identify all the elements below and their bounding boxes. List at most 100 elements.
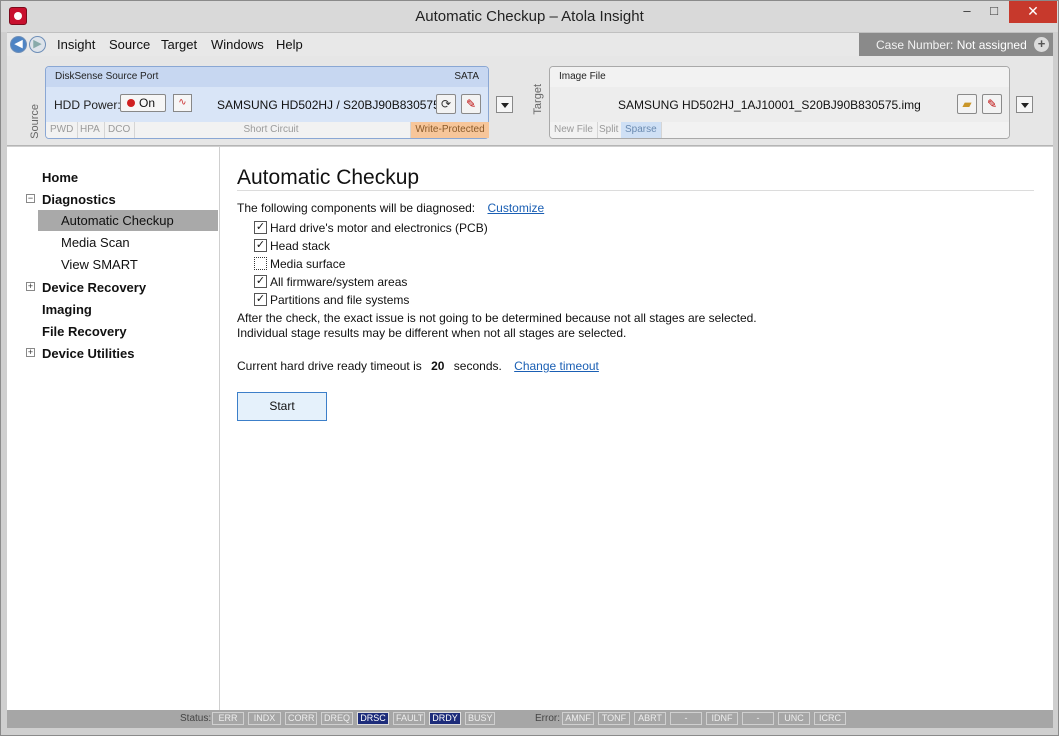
timeout-value: 20: [431, 359, 445, 373]
folder-icon[interactable]: ▰: [957, 94, 977, 114]
target-panel: Image File SAMSUNG HD502HJ_1AJ10001_S20B…: [549, 66, 1010, 139]
status-dreq: DREQ: [321, 712, 353, 725]
menu-bar: ◀ ▶ Insight Source Target Windows Help C…: [7, 32, 1053, 57]
nav-device-recovery[interactable]: Device Recovery: [42, 277, 146, 298]
back-arrow-icon[interactable]: ◀: [10, 36, 27, 53]
error-unc: UNC: [778, 712, 810, 725]
left-navigation: Home − Diagnostics Automatic Checkup Med…: [7, 147, 219, 710]
status-corr: CORR: [285, 712, 317, 725]
nav-device-utilities[interactable]: Device Utilities: [42, 343, 135, 364]
checkbox-pcb[interactable]: ✓: [254, 221, 267, 234]
maximize-button[interactable]: □: [980, 1, 1008, 23]
nav-home[interactable]: Home: [42, 167, 78, 188]
intro-line: The following components will be diagnos…: [237, 201, 544, 215]
status-indx: INDX: [248, 712, 281, 725]
source-panel-footer: PWD HPA DCO Short Circuit Write-Protecte…: [46, 122, 489, 138]
error-tonf: TONF: [598, 712, 630, 725]
checkbox-media-surface[interactable]: [254, 257, 267, 270]
source-drive-name: SAMSUNG HD502HJ / S20BJ90B830575: [217, 98, 440, 112]
component-label: All firmware/system areas: [270, 275, 408, 289]
expand-icon[interactable]: +: [26, 282, 35, 291]
eraser-icon[interactable]: ✎: [982, 94, 1002, 114]
checkbox-firmware[interactable]: ✓: [254, 275, 267, 288]
menu-source[interactable]: Source: [109, 37, 150, 52]
intro-text: The following components will be diagnos…: [237, 201, 476, 215]
timeout-suffix: seconds.: [453, 359, 502, 373]
target-dropdown-button[interactable]: [1016, 96, 1033, 113]
note-line-2: Individual stage results may be differen…: [237, 326, 627, 340]
status-fault: FAULT: [393, 712, 425, 725]
case-number-value: Not assigned: [956, 38, 1027, 52]
minimize-button[interactable]: –: [953, 1, 981, 23]
source-interface: SATA: [454, 71, 479, 82]
new-file-flag: New File: [550, 122, 598, 138]
menu-windows[interactable]: Windows: [211, 37, 264, 52]
hdd-power-label: HDD Power:: [54, 98, 121, 112]
close-button[interactable]: ✕: [1009, 1, 1057, 23]
window-title: Automatic Checkup – Atola Insight: [415, 8, 644, 25]
waveform-icon[interactable]: ∿: [173, 94, 192, 112]
nav-media-scan[interactable]: Media Scan: [61, 232, 130, 253]
status-err: ERR: [212, 712, 244, 725]
power-indicator-icon: [127, 99, 135, 107]
nav-imaging[interactable]: Imaging: [42, 299, 92, 320]
nav-file-recovery[interactable]: File Recovery: [42, 321, 127, 342]
error-amnf: AMNF: [562, 712, 594, 725]
case-number-box[interactable]: Case Number: Not assigned +: [859, 33, 1053, 57]
eraser-icon[interactable]: ✎: [461, 94, 481, 114]
collapse-icon[interactable]: −: [26, 194, 35, 203]
title-divider: [237, 190, 1034, 191]
error-empty-2: -: [742, 712, 774, 725]
component-label: Head stack: [270, 239, 331, 253]
sparse-flag: Sparse: [621, 122, 662, 138]
target-panel-main: SAMSUNG HD502HJ_1AJ10001_S20BJ90B830575.…: [550, 87, 1009, 122]
source-side-label: Source: [29, 104, 41, 139]
menu-target[interactable]: Target: [161, 37, 197, 52]
hdd-power-button[interactable]: On: [120, 94, 166, 112]
add-case-icon[interactable]: +: [1034, 37, 1049, 52]
forward-arrow-icon[interactable]: ▶: [29, 36, 46, 53]
checkbox-partitions[interactable]: ✓: [254, 293, 267, 306]
refresh-icon[interactable]: ⟳: [436, 94, 456, 114]
menu-insight[interactable]: Insight: [57, 37, 95, 52]
error-abrt: ABRT: [634, 712, 666, 725]
title-bar: Automatic Checkup – Atola Insight – □ ✕: [1, 1, 1058, 32]
source-panel-main: HDD Power: On ∿ SAMSUNG HD502HJ / S20BJ9…: [46, 87, 488, 122]
nav-view-smart[interactable]: View SMART: [61, 254, 138, 275]
nav-diagnostics[interactable]: Diagnostics: [42, 189, 116, 210]
app-window: Automatic Checkup – Atola Insight – □ ✕ …: [0, 0, 1059, 736]
note-line-1: After the check, the exact issue is not …: [237, 311, 757, 325]
status-label: Status:: [180, 713, 212, 724]
timeout-prefix: Current hard drive ready timeout is: [237, 359, 422, 373]
case-number-label: Case Number:: [876, 38, 954, 52]
hpa-flag: HPA: [76, 122, 105, 138]
nav-automatic-checkup[interactable]: Automatic Checkup: [38, 210, 218, 231]
target-side-label: Target: [532, 84, 544, 115]
change-timeout-link[interactable]: Change timeout: [514, 359, 599, 373]
error-icrc: ICRC: [814, 712, 846, 725]
source-port-name: DiskSense Source Port: [55, 71, 159, 82]
component-label: Partitions and file systems: [270, 293, 410, 307]
source-panel: DiskSense Source Port SATA HDD Power: On…: [45, 66, 489, 139]
target-file-name: SAMSUNG HD502HJ_1AJ10001_S20BJ90B830575.…: [618, 98, 921, 112]
split-flag: Split: [595, 122, 624, 138]
page-title: Automatic Checkup: [237, 166, 420, 189]
pwd-flag: PWD: [46, 122, 79, 138]
expand-icon[interactable]: +: [26, 348, 35, 357]
error-empty-1: -: [670, 712, 702, 725]
write-protected-flag: Write-Protected: [411, 122, 489, 138]
status-drsc: DRSC: [357, 712, 389, 725]
start-button[interactable]: Start: [237, 392, 327, 421]
customize-link[interactable]: Customize: [488, 201, 545, 215]
component-label: Hard drive's motor and electronics (PCB): [270, 221, 488, 235]
component-label: Media surface: [270, 257, 346, 271]
source-panel-header: DiskSense Source Port SATA: [46, 67, 488, 87]
short-circuit-flag: Short Circuit: [132, 122, 411, 138]
target-panel-footer: New File Split Sparse: [550, 122, 1009, 138]
status-drdy: DRDY: [429, 712, 461, 725]
error-label: Error:: [535, 713, 560, 724]
checkbox-head-stack[interactable]: ✓: [254, 239, 267, 252]
source-dropdown-button[interactable]: [496, 96, 513, 113]
timeout-line: Current hard drive ready timeout is 20 s…: [237, 359, 599, 373]
menu-help[interactable]: Help: [276, 37, 303, 52]
